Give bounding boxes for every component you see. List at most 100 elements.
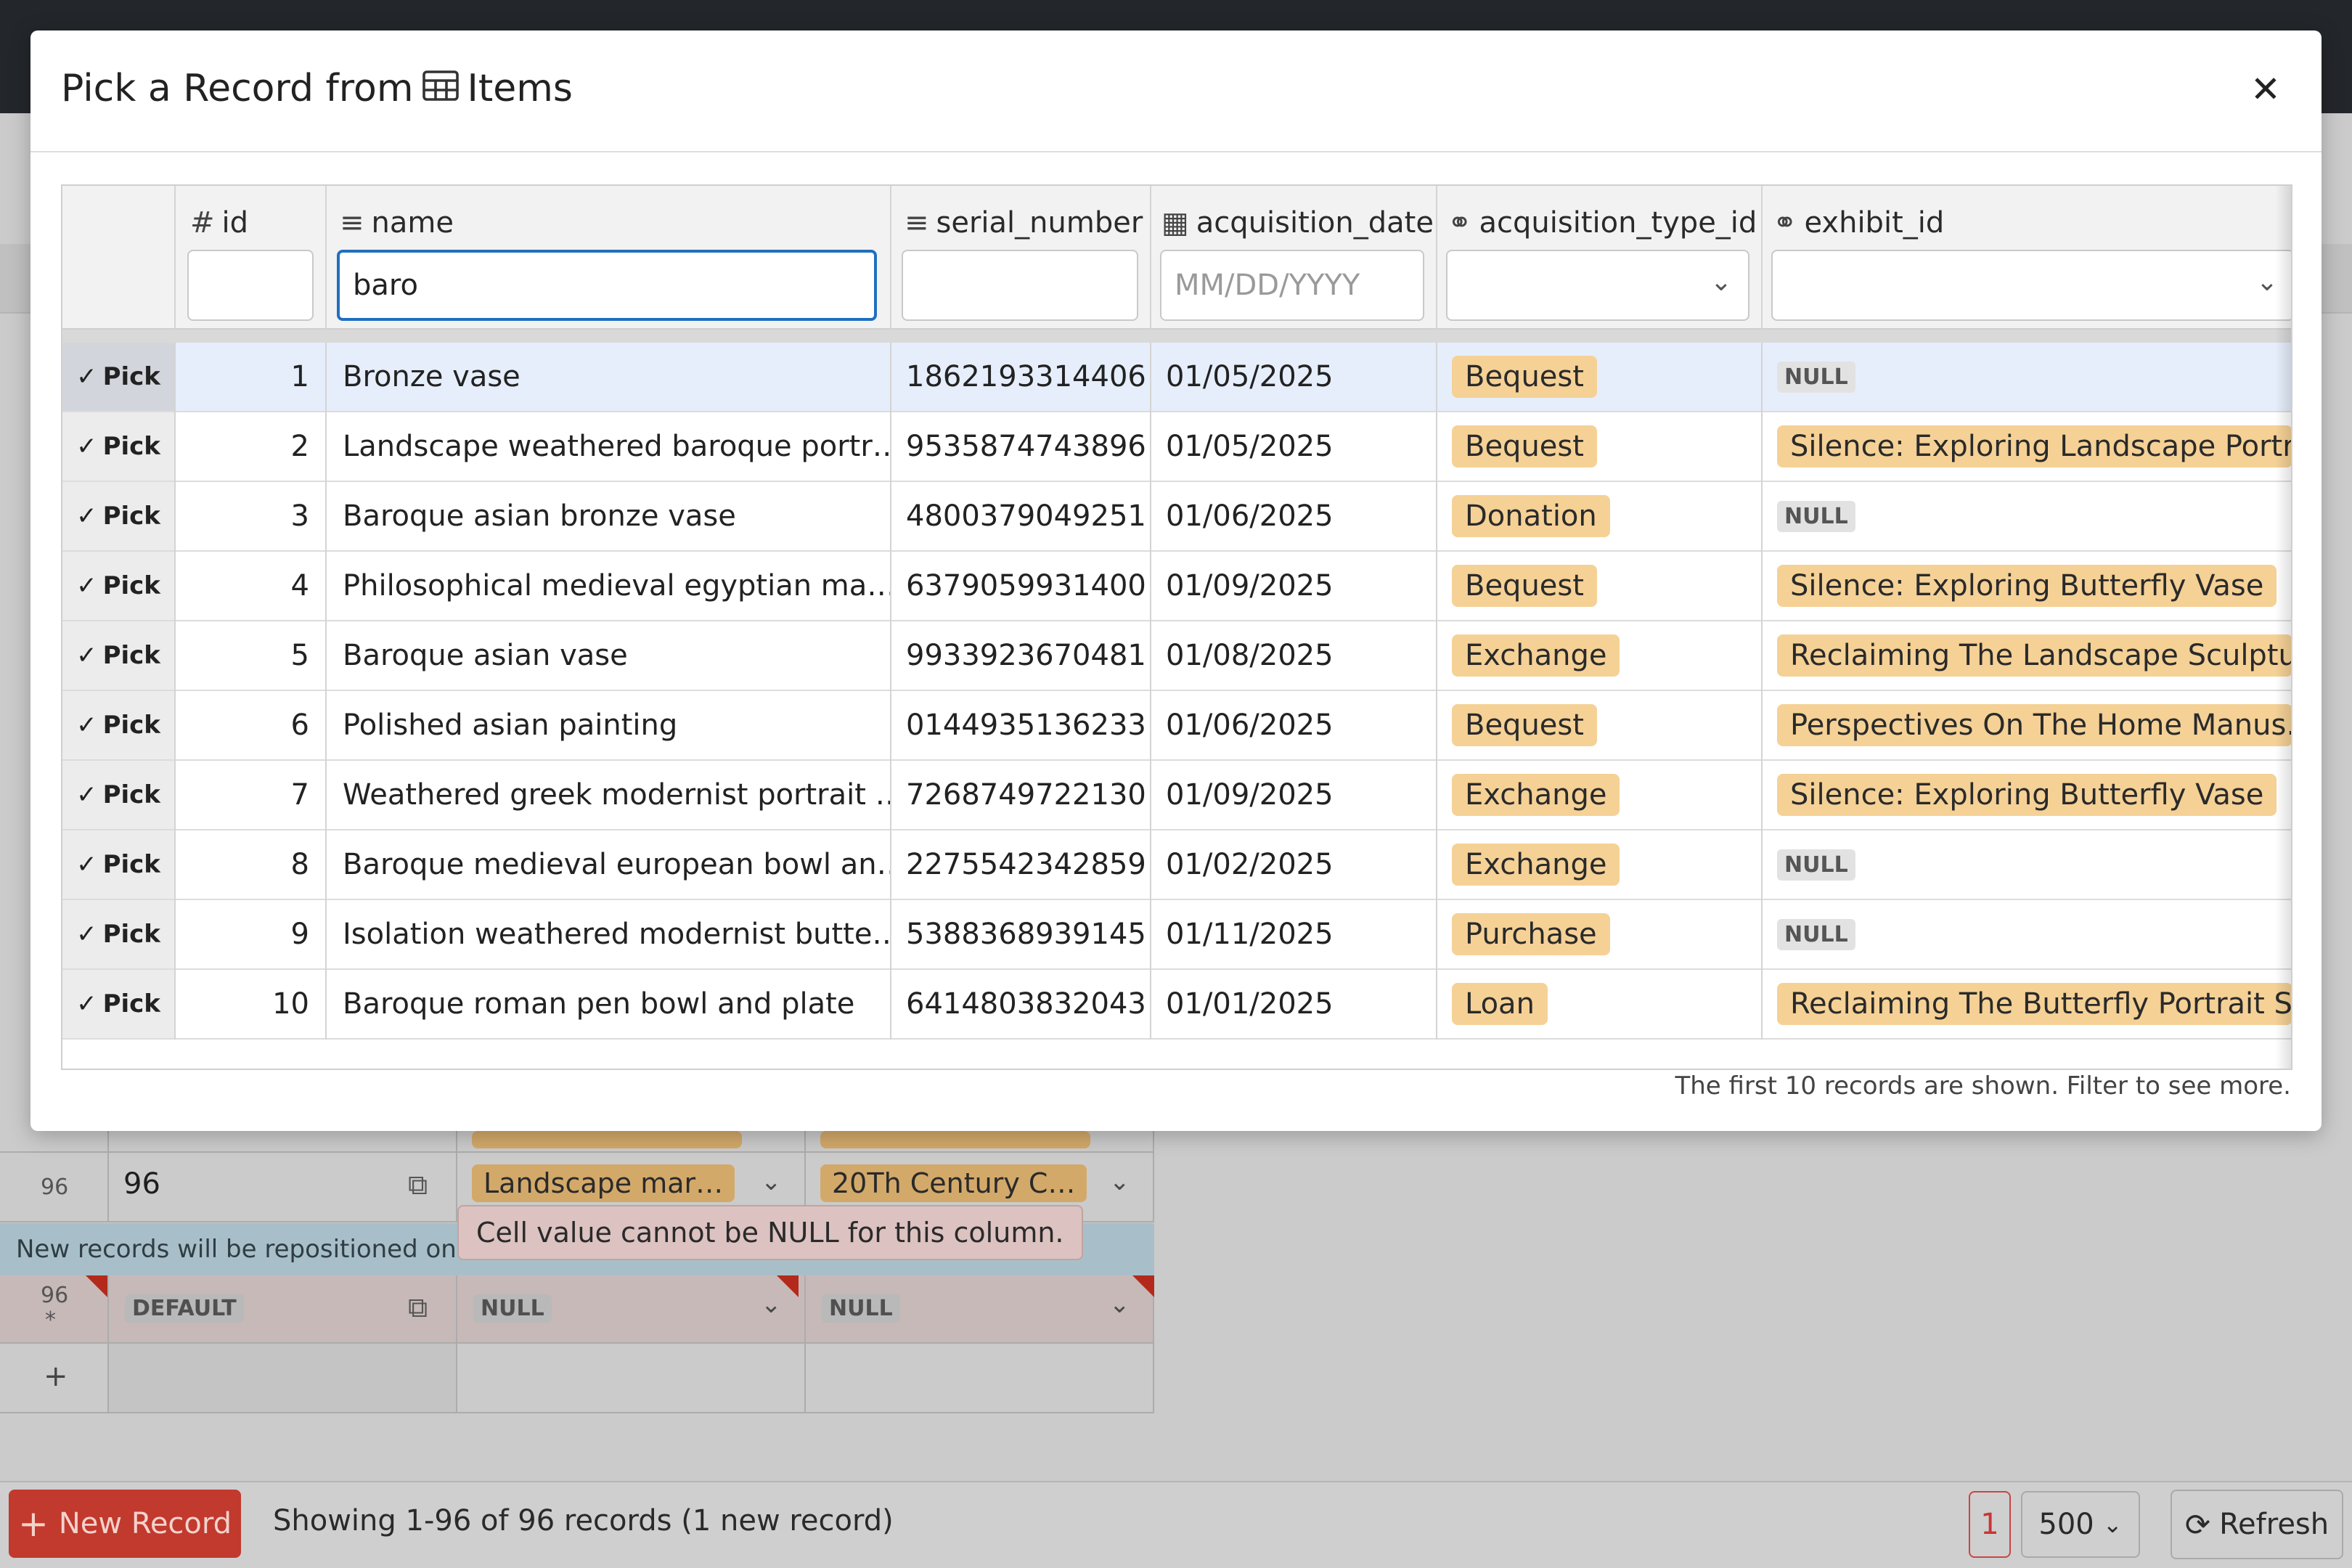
link-icon: ⚭ xyxy=(1447,206,1472,240)
default-badge: DEFAULT xyxy=(125,1294,244,1323)
column-label: acquisition_type_id xyxy=(1479,206,1757,240)
exhibit-pill: Reclaiming The Butterfly Portrait S… xyxy=(1777,983,2291,1025)
chevron-down-icon: ⌄ xyxy=(2102,1511,2123,1538)
column-header-id[interactable]: # id xyxy=(190,206,248,240)
row-number: 96 xyxy=(41,1175,69,1200)
refresh-button[interactable]: ⟳ Refresh xyxy=(2171,1490,2343,1559)
serial-cell: 1862193314406 xyxy=(906,360,1146,393)
header-separator xyxy=(62,330,2291,343)
close-icon[interactable]: ✕ xyxy=(2247,71,2284,107)
check-icon: ✓ xyxy=(76,989,97,1018)
new-record-label: New Record xyxy=(58,1507,232,1540)
check-icon: ✓ xyxy=(76,711,97,740)
pick-button[interactable]: ✓ Pick xyxy=(62,830,176,899)
name-filter-input[interactable] xyxy=(337,250,877,321)
column-header-name[interactable]: ≡ name xyxy=(340,206,454,240)
pick-label: Pick xyxy=(102,850,160,879)
exhibit-filter-select[interactable]: ⌄ xyxy=(1771,250,2291,321)
pick-button[interactable]: ✓ Pick xyxy=(62,970,176,1038)
pick-button[interactable]: ✓ Pick xyxy=(62,691,176,759)
column-label: id xyxy=(221,206,249,240)
row-number-cell: 96 * xyxy=(0,1275,109,1342)
modal-header: Pick a Record from Items ✕ xyxy=(30,30,2322,152)
pick-button[interactable]: ✓ Pick xyxy=(62,621,176,690)
acquisition-type-cell: Bequest xyxy=(1437,412,1761,481)
table-row[interactable]: ✓ Pick 2 Landscape weathered baroque portr…… xyxy=(62,412,2291,482)
fk-cell[interactable]: NULL ⌄ xyxy=(457,1275,806,1342)
date-filter-input[interactable] xyxy=(1160,250,1424,321)
name-cell: Bronze vase xyxy=(343,360,520,393)
acquisition-type-cell: Loan xyxy=(1437,970,1761,1038)
table-row[interactable]: ✓ Pick 10 Baroque roman pen bowl and plate 6… xyxy=(62,970,2291,1040)
name-cell: Polished asian painting xyxy=(343,709,678,742)
chevron-down-icon[interactable]: ⌄ xyxy=(761,1167,782,1196)
acquisition-type-pill: Purchase xyxy=(1452,913,1610,955)
page-size-select[interactable]: 500 ⌄ xyxy=(2021,1491,2140,1558)
exhibit-pill: Perspectives On The Home Manus… xyxy=(1777,704,2291,746)
pick-button[interactable]: ✓ Pick xyxy=(62,900,176,968)
row-number-cell: 96 xyxy=(0,1153,109,1221)
open-record-icon[interactable]: ⧉ xyxy=(408,1291,428,1324)
id-cell[interactable]: 96 ⧉ xyxy=(109,1153,457,1221)
fk-cell[interactable]: NULL ⌄ xyxy=(806,1275,1154,1342)
null-badge: NULL xyxy=(473,1294,552,1323)
pick-label: Pick xyxy=(102,362,160,391)
column-header-acquisition-date[interactable]: ▦ acquisition_date xyxy=(1161,206,1434,240)
chevron-down-icon[interactable]: ⌄ xyxy=(1109,1290,1130,1319)
record-count: Showing 1-96 of 96 records (1 new record… xyxy=(273,1504,894,1538)
name-cell: Baroque asian bronze vase xyxy=(343,499,736,533)
table-row[interactable]: ✓ Pick 3 Baroque asian bronze vase 480037904… xyxy=(62,482,2291,552)
pick-label: Pick xyxy=(102,780,160,809)
pick-button[interactable]: ✓ Pick xyxy=(62,552,176,620)
text-icon: ≡ xyxy=(905,206,929,240)
table-row[interactable]: ✓ Pick 4 Philosophical medieval egyptian ma… xyxy=(62,552,2291,621)
serial-cell: 9535874743896 xyxy=(906,430,1146,463)
text-icon: ≡ xyxy=(340,206,364,240)
column-header-acquisition-type-id[interactable]: ⚭ acquisition_type_id xyxy=(1447,206,1757,240)
chevron-down-icon: ⌄ xyxy=(1710,267,1732,297)
chevron-down-icon[interactable]: ⌄ xyxy=(1109,1167,1130,1196)
id-cell[interactable]: DEFAULT ⧉ xyxy=(109,1275,457,1342)
table-row[interactable]: ✓ Pick 1 Bronze vase 1862193314406 01/05/2025… xyxy=(62,343,2291,412)
column-header-exhibit-id[interactable]: ⚭ exhibit_id xyxy=(1773,206,1944,240)
acquisition-type-cell: Bequest xyxy=(1437,691,1761,759)
exhibit-pill: Silence: Exploring Butterfly Vase xyxy=(1777,774,2277,816)
open-record-icon[interactable]: ⧉ xyxy=(408,1169,428,1201)
check-icon: ✓ xyxy=(76,920,97,949)
page-number-button[interactable]: 1 xyxy=(1969,1491,2011,1558)
acquisition-type-cell: Donation xyxy=(1437,482,1761,550)
column-header-serial-number[interactable]: ≡ serial_number xyxy=(905,206,1143,240)
fk-pill: 20Th Century C… xyxy=(820,1164,1087,1202)
acquisition-type-pill: Exchange xyxy=(1452,634,1620,677)
pick-label: Pick xyxy=(102,641,160,670)
table-row[interactable]: ✓ Pick 9 Isolation weathered modernist butt… xyxy=(62,900,2291,970)
pick-button[interactable]: ✓ Pick xyxy=(62,412,176,481)
id-cell: 2 xyxy=(290,430,309,463)
serial-number-filter-input[interactable] xyxy=(902,250,1138,321)
hash-icon: # xyxy=(190,206,215,240)
modal-table-name: Items xyxy=(467,67,573,110)
calendar-icon: ▦ xyxy=(1161,206,1189,240)
pick-button[interactable]: ✓ Pick xyxy=(62,343,176,411)
table-row[interactable]: ✓ Pick 5 Baroque asian vase 9933923670481 01/… xyxy=(62,621,2291,691)
table-icon xyxy=(422,67,459,110)
table-row[interactable]: ✓ Pick 6 Polished asian painting 01449351362… xyxy=(62,691,2291,761)
id-filter-input[interactable] xyxy=(187,250,314,321)
exhibit-cell: Silence: Exploring Butterfly Vase xyxy=(1763,552,2291,620)
add-row[interactable]: + xyxy=(0,1344,1154,1413)
acquisition-type-pill: Loan xyxy=(1452,983,1548,1025)
column-divider xyxy=(1150,343,1151,1040)
id-cell: 10 xyxy=(272,987,309,1021)
exhibit-cell: NULL xyxy=(1763,482,2291,550)
exhibit-cell: NULL xyxy=(1763,900,2291,968)
pick-button[interactable]: ✓ Pick xyxy=(62,761,176,829)
pick-button[interactable]: ✓ Pick xyxy=(62,482,176,550)
add-row-icon[interactable]: + xyxy=(44,1360,68,1393)
new-record-button[interactable]: + New Record xyxy=(9,1490,241,1558)
refresh-label: Refresh xyxy=(2219,1508,2329,1541)
id-cell: 6 xyxy=(290,709,309,742)
table-row[interactable]: ✓ Pick 8 Baroque medieval european bowl an…… xyxy=(62,830,2291,900)
column-divider xyxy=(325,343,327,1040)
acquisition-type-filter-select[interactable]: ⌄ xyxy=(1446,250,1749,321)
table-row[interactable]: ✓ Pick 7 Weathered greek modernist portrait… xyxy=(62,761,2291,830)
